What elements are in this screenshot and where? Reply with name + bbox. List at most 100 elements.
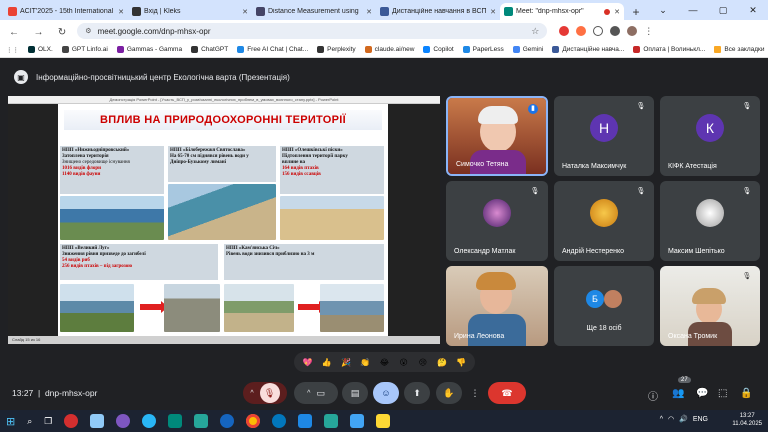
- activities-icon[interactable]: ⬚: [718, 388, 727, 399]
- participant-tile[interactable]: Н 🎙 Наталка Максимчук: [554, 96, 654, 176]
- photo-before-1: [60, 284, 134, 332]
- reaction-heart[interactable]: 💖: [302, 356, 314, 368]
- leave-call-button[interactable]: ☎: [488, 382, 526, 404]
- zoom-icon[interactable]: [220, 414, 235, 428]
- participant-tile[interactable]: 🎙 Оксана Тромик: [660, 266, 760, 346]
- url-field[interactable]: ⚙ meet.google.com/dnp-mhsx-opr ☆: [77, 23, 548, 39]
- participant-tile[interactable]: Ирина Леонова: [446, 266, 548, 346]
- word-icon[interactable]: [298, 414, 313, 428]
- bookmark-linfo[interactable]: GPT Linfo.ai: [61, 46, 108, 53]
- search-icon[interactable]: ⌕: [27, 416, 32, 427]
- opera-icon[interactable]: [64, 414, 79, 428]
- chrome-icon[interactable]: [246, 414, 261, 428]
- bookmark-gemini[interactable]: Gemini: [512, 46, 543, 53]
- maximize-icon[interactable]: ▢: [708, 0, 738, 20]
- close-window-icon[interactable]: ✕: [738, 0, 768, 20]
- captions-button[interactable]: ▤: [342, 382, 368, 404]
- all-bookmarks[interactable]: Все закладки: [714, 46, 765, 53]
- app-icon[interactable]: [324, 414, 339, 428]
- start-icon[interactable]: ⊞: [6, 415, 15, 428]
- participant-tile[interactable]: 🎙 Олександр Матлак: [446, 181, 548, 261]
- back-icon[interactable]: ←: [9, 27, 19, 38]
- info-icon[interactable]: ⓘ: [648, 388, 658, 403]
- raise-hand-button[interactable]: ✋: [436, 382, 462, 404]
- bookmark-perplexity[interactable]: Perplexity: [317, 46, 356, 53]
- camera-icon[interactable]: ▭: [316, 388, 325, 399]
- mic-toggle[interactable]: ^ 🎙: [243, 382, 287, 404]
- chevron-up-icon[interactable]: ^: [250, 390, 253, 397]
- bookmark-freeai[interactable]: Free AI Chat | Chat...: [237, 46, 308, 53]
- camera-toggle[interactable]: ^ ▭: [294, 382, 338, 404]
- tab-search-icon[interactable]: ⌄: [648, 0, 678, 20]
- more-options-button[interactable]: ⋮: [466, 382, 484, 404]
- menu-icon[interactable]: ⋮: [644, 26, 653, 37]
- bookmark-payment[interactable]: Оплата | Волинькл...: [633, 46, 705, 53]
- participant-tile[interactable]: 🎙 Максим Шепітько: [660, 181, 760, 261]
- browser-tab-vsp[interactable]: Дистанційне навчання в ВСП ✕: [376, 3, 500, 20]
- chevron-up-icon[interactable]: ^: [660, 416, 663, 423]
- profile-avatar[interactable]: [627, 26, 638, 36]
- task-view-icon[interactable]: ❐: [44, 416, 52, 427]
- apps-icon[interactable]: ⋮⋮: [6, 46, 19, 54]
- bookmark-olx[interactable]: OLX.: [28, 46, 53, 53]
- viber-icon[interactable]: [116, 414, 131, 428]
- participant-tile-speaking[interactable]: ▮ Симочко Тетяна: [446, 96, 548, 176]
- bookmark-gamma[interactable]: Gammas - Gamma: [116, 46, 182, 53]
- browser-tab-kleks[interactable]: Вхід | Kleks ✕: [128, 3, 252, 20]
- reaction-thumbs-down[interactable]: 👎: [455, 356, 467, 368]
- host-controls-icon[interactable]: 🔒: [740, 388, 752, 399]
- file-explorer-icon[interactable]: [376, 414, 391, 428]
- bookmark-claude[interactable]: claude.ai/new: [364, 46, 414, 53]
- participant-name: Максим Шепітько: [668, 248, 725, 255]
- reaction-sad[interactable]: 😢: [417, 356, 429, 368]
- participant-tile[interactable]: 🎙 Андрій Нестеренко: [554, 181, 654, 261]
- volume-icon[interactable]: 🔊: [679, 415, 688, 423]
- extension-icon[interactable]: [593, 26, 604, 36]
- close-icon[interactable]: ✕: [490, 8, 496, 16]
- reaction-party[interactable]: 🎉: [340, 356, 352, 368]
- site-info-icon[interactable]: ⚙: [85, 27, 91, 35]
- clock[interactable]: 13:27 11.04.2025: [732, 412, 762, 428]
- notepad-icon[interactable]: [90, 414, 105, 428]
- bookmark-paperless[interactable]: PaperLess: [462, 46, 504, 53]
- bookmark-star-icon[interactable]: ☆: [531, 26, 539, 37]
- reaction-thumbs-up[interactable]: 👍: [321, 356, 333, 368]
- hang-up-icon: ☎: [501, 387, 513, 398]
- close-icon[interactable]: ✕: [118, 8, 124, 16]
- present-button[interactable]: ⬆: [404, 382, 430, 404]
- wifi-icon[interactable]: ◠: [668, 415, 674, 423]
- app-icon[interactable]: [194, 414, 209, 428]
- extension-icon[interactable]: [610, 26, 621, 36]
- chevron-up-icon[interactable]: ^: [307, 390, 310, 397]
- app-icon[interactable]: [350, 414, 365, 428]
- forward-icon[interactable]: →: [33, 27, 43, 38]
- people-icon[interactable]: 👥: [672, 388, 684, 399]
- terminal-icon[interactable]: [168, 414, 183, 428]
- bookmark-chatgpt[interactable]: ChatGPT: [191, 46, 228, 53]
- reaction-thinking[interactable]: 🤔: [436, 356, 448, 368]
- reaction-clap[interactable]: 👏: [359, 356, 371, 368]
- reaction-laugh[interactable]: 😂: [378, 356, 390, 368]
- new-tab-button[interactable]: +: [628, 4, 644, 20]
- language-indicator[interactable]: ENG: [693, 416, 708, 423]
- close-icon[interactable]: ✕: [242, 8, 248, 16]
- reaction-surprised[interactable]: 😮: [398, 356, 410, 368]
- mic-off-icon[interactable]: 🎙: [259, 383, 280, 403]
- more-participants-tile[interactable]: Б Ще 18 осіб: [554, 266, 654, 346]
- extension-icon[interactable]: [576, 26, 587, 36]
- telegram-icon[interactable]: [142, 414, 157, 428]
- close-icon[interactable]: ✕: [614, 8, 620, 16]
- close-icon[interactable]: ✕: [366, 8, 372, 16]
- bookmark-vsp[interactable]: Дистанційне навча...: [552, 46, 624, 53]
- extension-icon[interactable]: [559, 26, 570, 36]
- reactions-button[interactable]: ☺: [373, 382, 399, 404]
- minimize-icon[interactable]: —: [678, 0, 708, 20]
- participant-tile[interactable]: К 🎙 КІФК Атестація: [660, 96, 760, 176]
- browser-tab-acit[interactable]: ACIT'2025 - 15th International ✕: [4, 3, 128, 20]
- browser-tab-distance[interactable]: Distance Measurement using ✕: [252, 3, 376, 20]
- browser-tab-meet[interactable]: Meet: "dnp-mhsx-opr" ✕: [500, 3, 624, 20]
- reload-icon[interactable]: ↻: [58, 27, 66, 38]
- edge-icon[interactable]: [272, 414, 287, 428]
- bookmark-copilot[interactable]: Copilot: [423, 46, 454, 53]
- chat-icon[interactable]: 💬: [696, 388, 708, 399]
